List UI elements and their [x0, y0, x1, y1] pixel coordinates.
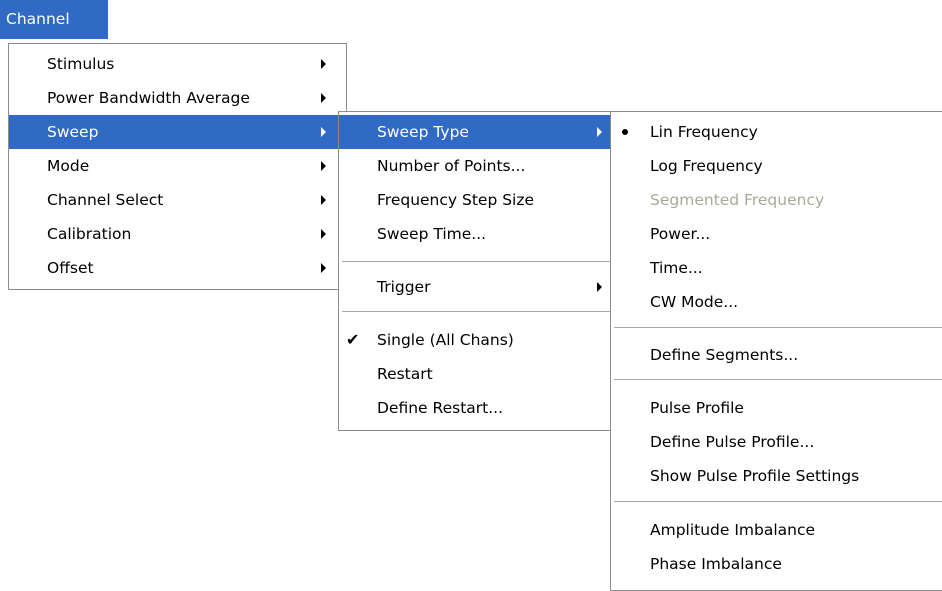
menu-item-label: Sweep [47, 123, 99, 141]
menu-item-label: Power Bandwidth Average [47, 89, 250, 107]
menu-item-label: Stimulus [47, 55, 115, 73]
submenu-arrow-icon [321, 263, 326, 273]
menu-item-label: Power... [650, 225, 711, 243]
menu-separator [614, 379, 942, 380]
menu-item-calibration[interactable]: Calibration [9, 217, 346, 251]
menu-item-label: Frequency Step Size [377, 191, 535, 209]
menu-item-label: CW Mode... [650, 293, 739, 311]
submenu-arrow-icon [321, 127, 326, 137]
menu-channel[interactable]: Channel [0, 0, 108, 39]
menu-item-label: Amplitude Imbalance [650, 521, 816, 539]
menu-separator [614, 501, 942, 502]
menu-item-mode[interactable]: Mode [9, 149, 346, 183]
menu-item-amplitude-imbalance[interactable]: Amplitude Imbalance [611, 513, 942, 547]
menu-item-pulse-profile[interactable]: Pulse Profile [611, 391, 942, 425]
menu-item-number-of-points[interactable]: Number of Points... [339, 149, 615, 183]
menu-item-log-frequency[interactable]: Log Frequency [611, 149, 942, 183]
channel-menu: Stimulus Power Bandwidth Average Sweep M… [8, 43, 347, 290]
menu-item-label: Show Pulse Profile Settings [650, 467, 860, 485]
menu-item-label: Trigger [377, 278, 431, 296]
menu-item-label: Lin Frequency [650, 123, 758, 141]
menu-item-stimulus[interactable]: Stimulus [9, 47, 346, 81]
menu-item-sweep-time[interactable]: Sweep Time... [339, 217, 615, 251]
menu-item-label: Sweep Type [377, 123, 469, 141]
menu-item-label: Phase Imbalance [650, 555, 782, 573]
menu-item-trigger[interactable]: Trigger [339, 270, 615, 304]
menu-item-label: Single (All Chans) [377, 331, 514, 349]
menu-item-show-pulse-profile-settings[interactable]: Show Pulse Profile Settings [611, 459, 942, 493]
submenu-arrow-icon [321, 229, 326, 239]
menu-item-sweep-type[interactable]: Sweep Type [339, 115, 615, 149]
checkmark-icon: ✔ [346, 330, 360, 349]
menu-item-label: Number of Points... [377, 157, 526, 175]
sweep-type-submenu: Lin Frequency Log Frequency Segmented Fr… [610, 111, 942, 591]
menu-item-label: Mode [47, 157, 90, 175]
menu-item-define-restart[interactable]: Define Restart... [339, 391, 615, 425]
menu-item-channel-select[interactable]: Channel Select [9, 183, 346, 217]
menu-item-label: Define Pulse Profile... [650, 433, 815, 451]
menu-item-label: Channel Select [47, 191, 164, 209]
menu-item-cw-mode[interactable]: CW Mode... [611, 285, 942, 319]
menu-item-sweep[interactable]: Sweep [9, 115, 346, 149]
menu-item-define-pulse-profile[interactable]: Define Pulse Profile... [611, 425, 942, 459]
menu-item-label: Segmented Frequency [650, 191, 825, 209]
submenu-arrow-icon [321, 195, 326, 205]
menu-item-label: Calibration [47, 225, 132, 243]
bullet-icon [622, 129, 628, 135]
submenu-arrow-icon [597, 282, 602, 292]
menu-item-label: Pulse Profile [650, 399, 744, 417]
menu-item-lin-frequency[interactable]: Lin Frequency [611, 115, 942, 149]
menu-item-define-segments[interactable]: Define Segments... [611, 338, 942, 372]
menu-item-label: Offset [47, 259, 94, 277]
menu-item-time[interactable]: Time... [611, 251, 942, 285]
menu-item-segmented-frequency: Segmented Frequency [611, 183, 942, 217]
menu-item-frequency-step-size[interactable]: Frequency Step Size [339, 183, 615, 217]
sweep-submenu: Sweep Type Number of Points... Frequency… [338, 111, 616, 431]
menu-separator [342, 311, 612, 312]
submenu-arrow-icon [321, 93, 326, 103]
menu-item-offset[interactable]: Offset [9, 251, 346, 285]
menu-item-label: Log Frequency [650, 157, 763, 175]
menu-item-label: Sweep Time... [377, 225, 487, 243]
submenu-arrow-icon [321, 161, 326, 171]
menu-separator [342, 261, 612, 262]
menu-item-label: Define Segments... [650, 346, 799, 364]
menu-item-power-bandwidth-average[interactable]: Power Bandwidth Average [9, 81, 346, 115]
submenu-arrow-icon [321, 59, 326, 69]
menu-item-single-all-chans[interactable]: ✔ Single (All Chans) [339, 323, 615, 357]
menu-item-restart[interactable]: Restart [339, 357, 615, 391]
menu-separator [614, 327, 942, 328]
menu-item-phase-imbalance[interactable]: Phase Imbalance [611, 547, 942, 581]
menu-item-power[interactable]: Power... [611, 217, 942, 251]
menu-item-label: Define Restart... [377, 399, 504, 417]
menu-item-label: Restart [377, 365, 433, 383]
submenu-arrow-icon [597, 127, 602, 137]
menu-item-label: Time... [650, 259, 703, 277]
